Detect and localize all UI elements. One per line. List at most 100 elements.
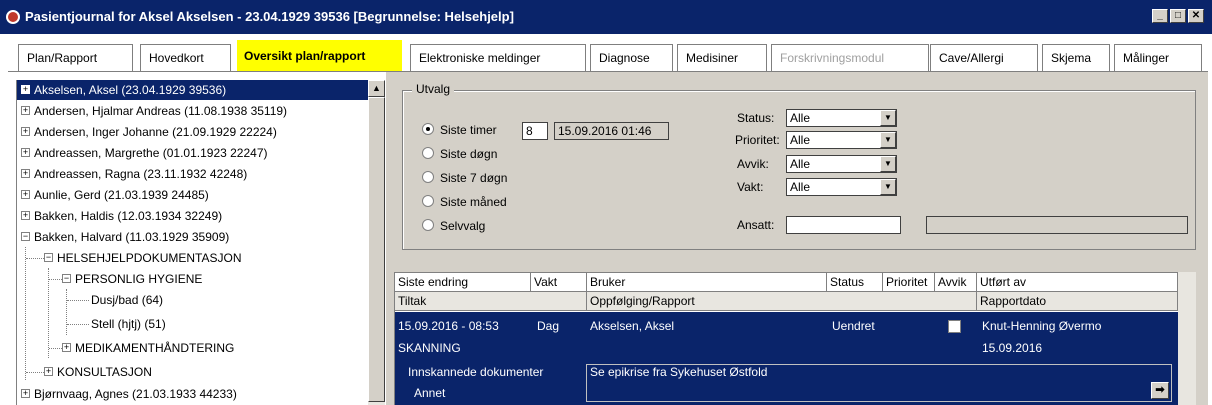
column-header-siste-endring[interactable]: Siste endring (395, 273, 531, 292)
restore-button[interactable]: □ (1170, 9, 1186, 23)
row-siste-endring: 15.09.2016 - 08:53 (398, 319, 499, 333)
ansatt-input[interactable] (786, 216, 901, 234)
report-note-text: Se epikrise fra Sykehuset Østfold (590, 365, 768, 379)
plus-box-icon[interactable]: + (21, 127, 30, 137)
minimize-icon: _ (1157, 10, 1163, 21)
radio-siste-7-dogn[interactable] (422, 171, 434, 183)
tree-item-patient[interactable]: + Andreassen, Ragna (23.11.1932 42248) (17, 164, 247, 184)
tab-diagnose[interactable]: Diagnose (590, 44, 673, 72)
row-utfort-av: Knut-Henning Øvermo (982, 319, 1102, 333)
avvik-checkbox[interactable] (948, 320, 961, 333)
row-tiltak-sub: Annet (414, 386, 446, 400)
avvik-label: Avvik: (737, 157, 769, 171)
column-header-vakt[interactable]: Vakt (531, 273, 587, 292)
column-header-bruker[interactable]: Bruker (587, 273, 827, 292)
radio-siste-maned[interactable] (422, 195, 434, 207)
scroll-thumb[interactable] (368, 97, 385, 402)
tree-item-patient[interactable]: + Aunlie, Gerd (21.03.1939 24485) (17, 185, 209, 205)
minus-box-icon[interactable]: − (62, 274, 71, 284)
status-select[interactable]: Alle ▼ (786, 109, 897, 127)
tree-item-label: Andreassen, Margrethe (01.01.1923 22247) (34, 146, 268, 160)
tab-malinger[interactable]: Målinger (1114, 44, 1202, 72)
radio-label: Selvvalg (440, 219, 486, 233)
since-date-field: 15.09.2016 01:46 (554, 122, 669, 140)
tab-plan-rapport[interactable]: Plan/Rapport (18, 44, 133, 72)
tree-item-activity[interactable]: Dusj/bad (64) (91, 290, 163, 310)
restore-icon: □ (1174, 10, 1182, 21)
radio-siste-dogn[interactable] (422, 147, 434, 159)
minimize-button[interactable]: _ (1152, 9, 1168, 23)
vakt-select[interactable]: Alle ▼ (786, 178, 897, 196)
tree-item-patient[interactable]: + Andreassen, Margrethe (01.01.1923 22247… (17, 143, 268, 163)
prioritet-select[interactable]: Alle ▼ (786, 131, 897, 149)
vakt-select-value: Alle (790, 180, 811, 194)
tab-oversikt-plan-rapport[interactable]: Oversikt plan/rapport (237, 40, 402, 72)
tree-item-patient[interactable]: + Bakken, Haldis (12.03.1934 32249) (17, 206, 222, 226)
column-header-oppfolging-rapport[interactable]: Oppfølging/Rapport (587, 292, 977, 311)
plus-box-icon[interactable]: + (21, 190, 30, 200)
title-bar: Pasientjournal for Aksel Akselsen - 23.0… (0, 0, 1212, 34)
radio-label: Siste døgn (440, 147, 498, 161)
tab-forskrivningsmodul[interactable]: Forskrivningsmodul (771, 44, 929, 72)
tree-item-label: Aunlie, Gerd (21.03.1939 24485) (34, 188, 209, 202)
tree-item-category[interactable]: + KONSULTASJON (44, 362, 152, 382)
tree-item-category[interactable]: + MEDIKAMENTHÅNDTERING (62, 338, 234, 358)
chevron-down-icon[interactable]: ▼ (880, 132, 896, 148)
tab-skjema[interactable]: Skjema (1042, 44, 1110, 72)
tree-item-label: KONSULTASJON (57, 365, 152, 379)
tree-item-category[interactable]: − PERSONLIG HYGIENE (62, 269, 202, 289)
chevron-down-icon[interactable]: ▼ (880, 156, 896, 172)
tree-item-patient[interactable]: − Bakken, Halvard (11.03.1929 35909) (17, 227, 229, 247)
column-header-prioritet[interactable]: Prioritet (883, 273, 935, 292)
chevron-down-icon[interactable]: ▼ (880, 110, 896, 126)
patient-tree[interactable]: + Akselsen, Aksel (23.04.1929 39536) + And… (16, 80, 368, 405)
open-report-button[interactable]: ➡ (1151, 382, 1169, 399)
tree-connector (48, 268, 49, 358)
prioritet-label: Prioritet: (735, 133, 780, 147)
column-header-avvik[interactable]: Avvik (935, 273, 977, 292)
tree-item-label: Bakken, Haldis (12.03.1934 32249) (34, 209, 223, 223)
avvik-select[interactable]: Alle ▼ (786, 155, 897, 173)
arrow-right-icon: ➡ (1155, 384, 1165, 396)
minus-box-icon[interactable]: − (44, 253, 53, 263)
tab-hovedkort[interactable]: Hovedkort (140, 44, 231, 72)
plus-box-icon[interactable]: + (62, 343, 71, 353)
plus-box-icon[interactable]: + (21, 85, 30, 95)
close-button[interactable]: ✕ (1188, 9, 1204, 23)
tree-item-category[interactable]: − HELSEHJELPDOKUMENTASJON (44, 248, 241, 268)
plus-box-icon[interactable]: + (21, 106, 30, 116)
tree-item-patient[interactable]: + Bjørnvaag, Agnes (21.03.1933 44233) (17, 384, 237, 404)
tab-elektroniske-meldinger[interactable]: Elektroniske meldinger (410, 44, 586, 72)
tree-connector (26, 372, 44, 373)
selection-legend: Utvalg (412, 82, 455, 96)
minus-box-icon[interactable]: − (21, 232, 30, 242)
ansatt-label: Ansatt: (737, 218, 775, 232)
tree-item-label: MEDIKAMENTHÅNDTERING (75, 341, 235, 355)
column-header-tiltak[interactable]: Tiltak (395, 292, 587, 311)
plus-box-icon[interactable]: + (21, 389, 30, 399)
radio-selvvalg[interactable] (422, 219, 434, 231)
tree-item-patient[interactable]: + Andersen, Hjalmar Andreas (11.08.1938 3… (17, 101, 287, 121)
column-header-status[interactable]: Status (827, 273, 883, 292)
plus-box-icon[interactable]: + (21, 148, 30, 158)
tree-item-patient[interactable]: + Akselsen, Aksel (23.04.1929 39536) (17, 80, 368, 100)
grid-scrollbar[interactable] (1178, 272, 1196, 405)
tab-cave-allergi[interactable]: Cave/Allergi (930, 44, 1038, 72)
plus-box-icon[interactable]: + (21, 169, 30, 179)
vakt-label: Vakt: (737, 180, 764, 194)
arrow-up-icon[interactable]: ▲ (368, 80, 385, 97)
column-header-utfort-av[interactable]: Utført av (977, 273, 1178, 292)
plus-box-icon[interactable]: + (21, 211, 30, 221)
row-status: Uendret (832, 319, 875, 333)
hours-input[interactable]: 8 (522, 122, 548, 140)
tree-scrollbar[interactable]: ▲ (368, 80, 385, 405)
tree-item-activity[interactable]: Stell (hjtj) (51) (91, 314, 166, 334)
radio-siste-timer[interactable] (422, 123, 434, 135)
tree-item-label: Andreassen, Ragna (23.11.1932 42248) (34, 167, 248, 181)
tab-medisiner[interactable]: Medisiner (677, 44, 767, 72)
column-header-rapportdato[interactable]: Rapportdato (977, 292, 1178, 311)
tree-connector (67, 300, 89, 301)
plus-box-icon[interactable]: + (44, 367, 53, 377)
tree-item-patient[interactable]: + Andersen, Inger Johanne (21.09.1929 222… (17, 122, 277, 142)
chevron-down-icon[interactable]: ▼ (880, 179, 896, 195)
